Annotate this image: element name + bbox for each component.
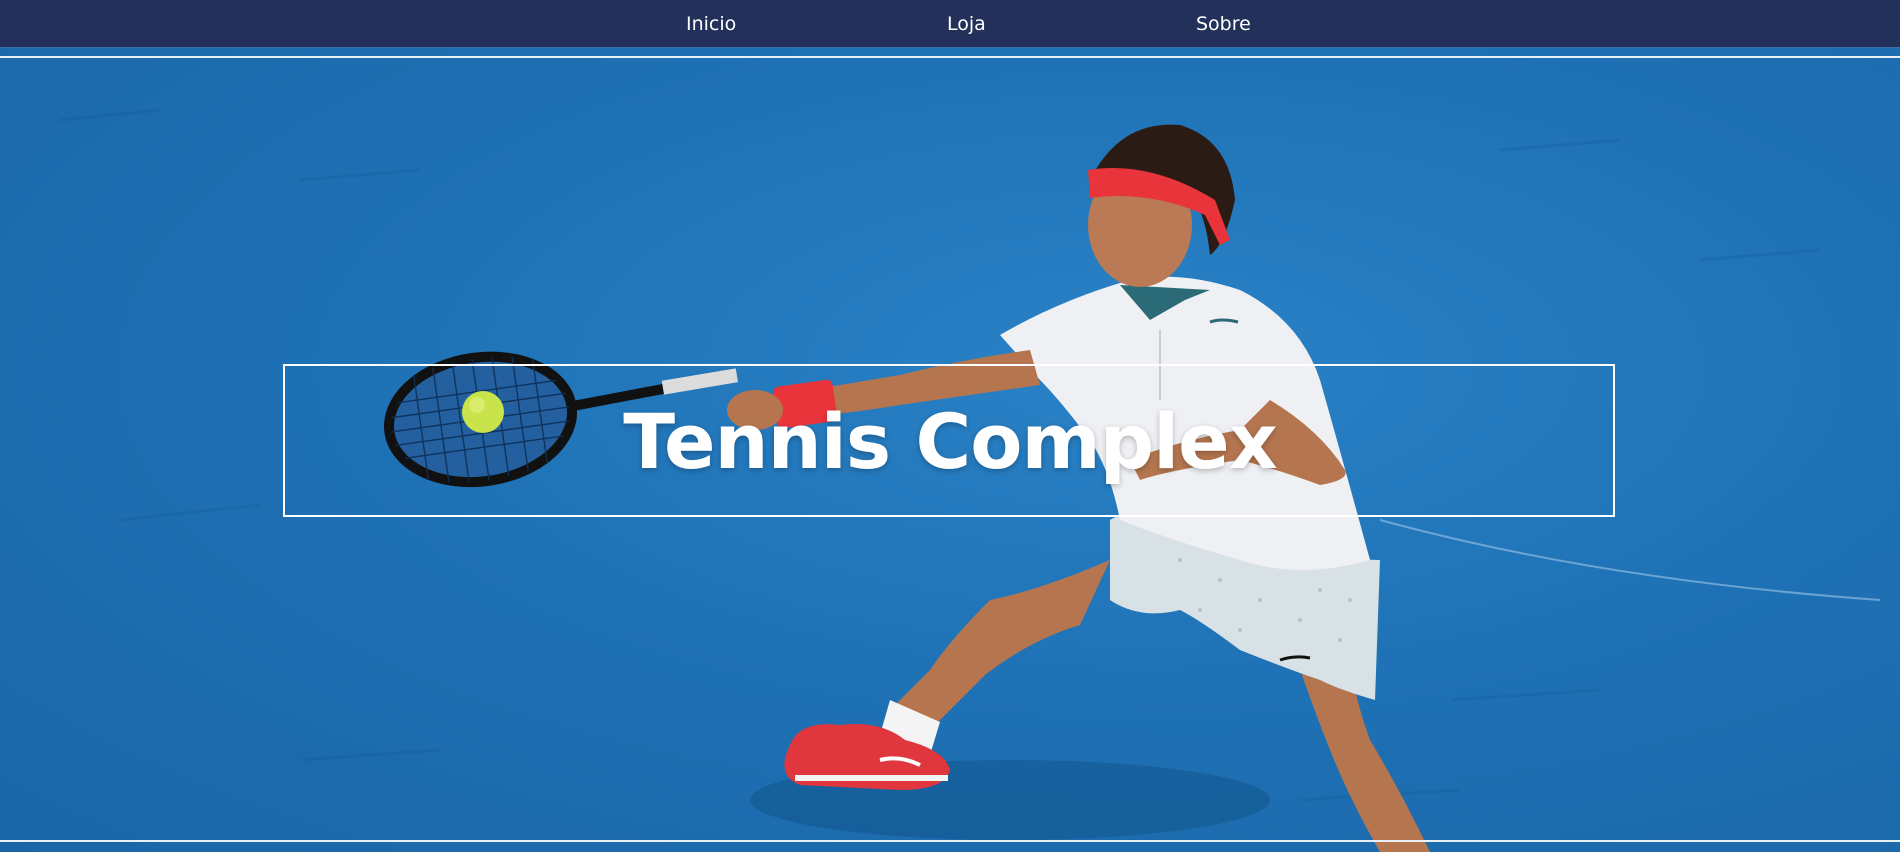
nav-link-loja[interactable]: Loja <box>947 12 986 36</box>
top-navbar: Inicio Loja Sobre <box>0 0 1900 48</box>
nav-link-inicio[interactable]: Inicio <box>686 12 736 36</box>
hero-title: Tennis Complex <box>623 397 1277 486</box>
top-divider-line <box>0 56 1900 58</box>
bottom-divider-line <box>0 840 1900 842</box>
nav-link-sobre[interactable]: Sobre <box>1196 12 1251 36</box>
